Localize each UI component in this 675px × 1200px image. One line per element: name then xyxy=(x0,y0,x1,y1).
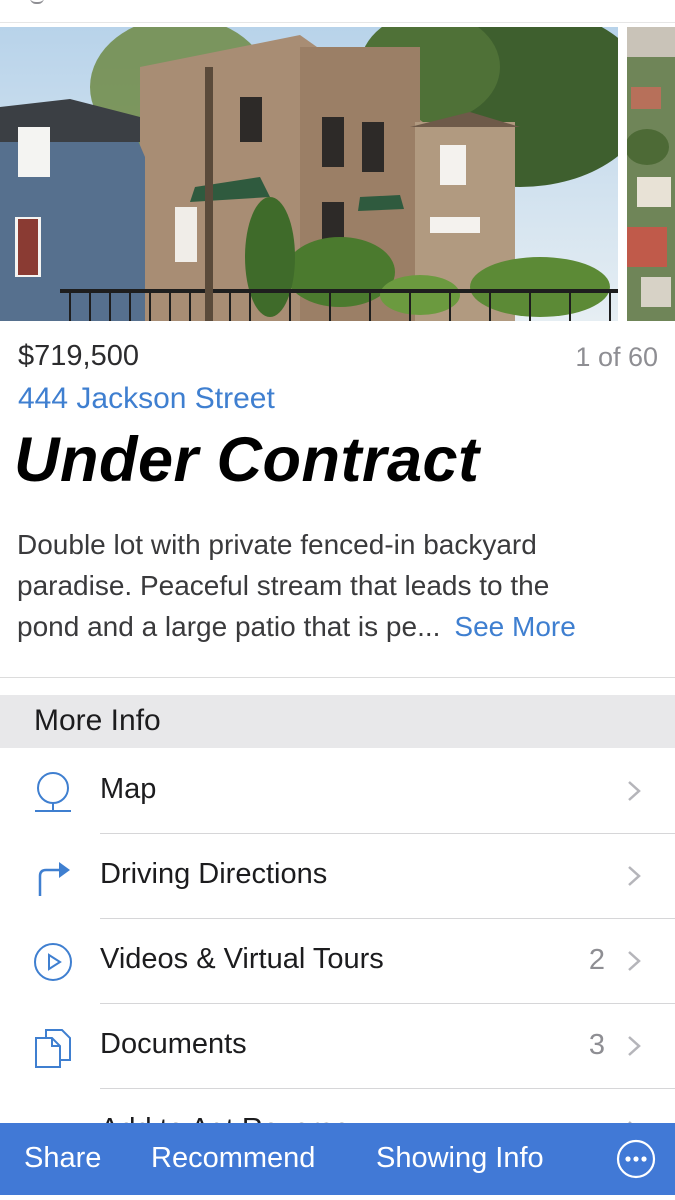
recommend-button[interactable]: Recommend xyxy=(151,1142,315,1175)
more-info-row-map[interactable]: Map xyxy=(0,749,675,834)
chevron-right-icon xyxy=(628,781,641,801)
listing-status: Under Contract xyxy=(14,425,480,495)
row-label: Driving Directions xyxy=(100,858,328,890)
map-pin-icon xyxy=(35,772,71,812)
listing-address-link[interactable]: 444 Jackson Street xyxy=(18,382,275,416)
chevron-right-icon xyxy=(628,866,641,886)
more-info-row-videos[interactable]: Videos & Virtual Tours 2 xyxy=(0,919,675,1004)
row-label: Map xyxy=(100,773,157,805)
description-line: Double lot with private fenced-in backya… xyxy=(17,529,537,560)
more-info-title: More Info xyxy=(34,704,161,737)
directions-arrow-icon xyxy=(38,862,70,896)
row-label: Videos & Virtual Tours xyxy=(100,943,384,975)
top-bar-remnant xyxy=(0,0,675,23)
description-line: paradise. Peaceful stream that leads to … xyxy=(17,570,550,601)
row-count: 3 xyxy=(588,1029,605,1061)
bottom-edge xyxy=(0,1195,675,1200)
play-circle-icon xyxy=(34,943,72,981)
photo-carousel[interactable] xyxy=(0,27,675,321)
showing-info-button[interactable]: Showing Info xyxy=(376,1142,544,1175)
section-divider xyxy=(0,677,675,678)
more-info-row-documents[interactable]: Documents 3 xyxy=(0,1004,675,1089)
chevron-right-icon xyxy=(628,951,641,971)
bottom-toolbar: Share Recommend Showing Info xyxy=(0,1123,675,1195)
next-photo-preview[interactable] xyxy=(627,27,675,321)
see-more-link[interactable]: See More xyxy=(454,611,575,642)
listing-description: Double lot with private fenced-in backya… xyxy=(17,524,657,647)
row-label: Documents xyxy=(100,1028,247,1060)
documents-icon xyxy=(35,1029,71,1068)
more-info-row-driving-directions[interactable]: Driving Directions xyxy=(0,834,675,919)
description-line-last: pond and a large patio that is pe... See … xyxy=(17,611,576,642)
row-count: 2 xyxy=(588,944,605,976)
photo-counter: 1 of 60 xyxy=(575,342,658,372)
listing-price: $719,500 xyxy=(18,340,139,372)
chevron-right-icon xyxy=(628,1036,641,1056)
listing-photo[interactable] xyxy=(0,27,618,321)
ellipsis-circle-icon[interactable] xyxy=(616,1139,656,1179)
share-button[interactable]: Share xyxy=(24,1142,101,1175)
more-info-header: More Info xyxy=(0,695,675,748)
